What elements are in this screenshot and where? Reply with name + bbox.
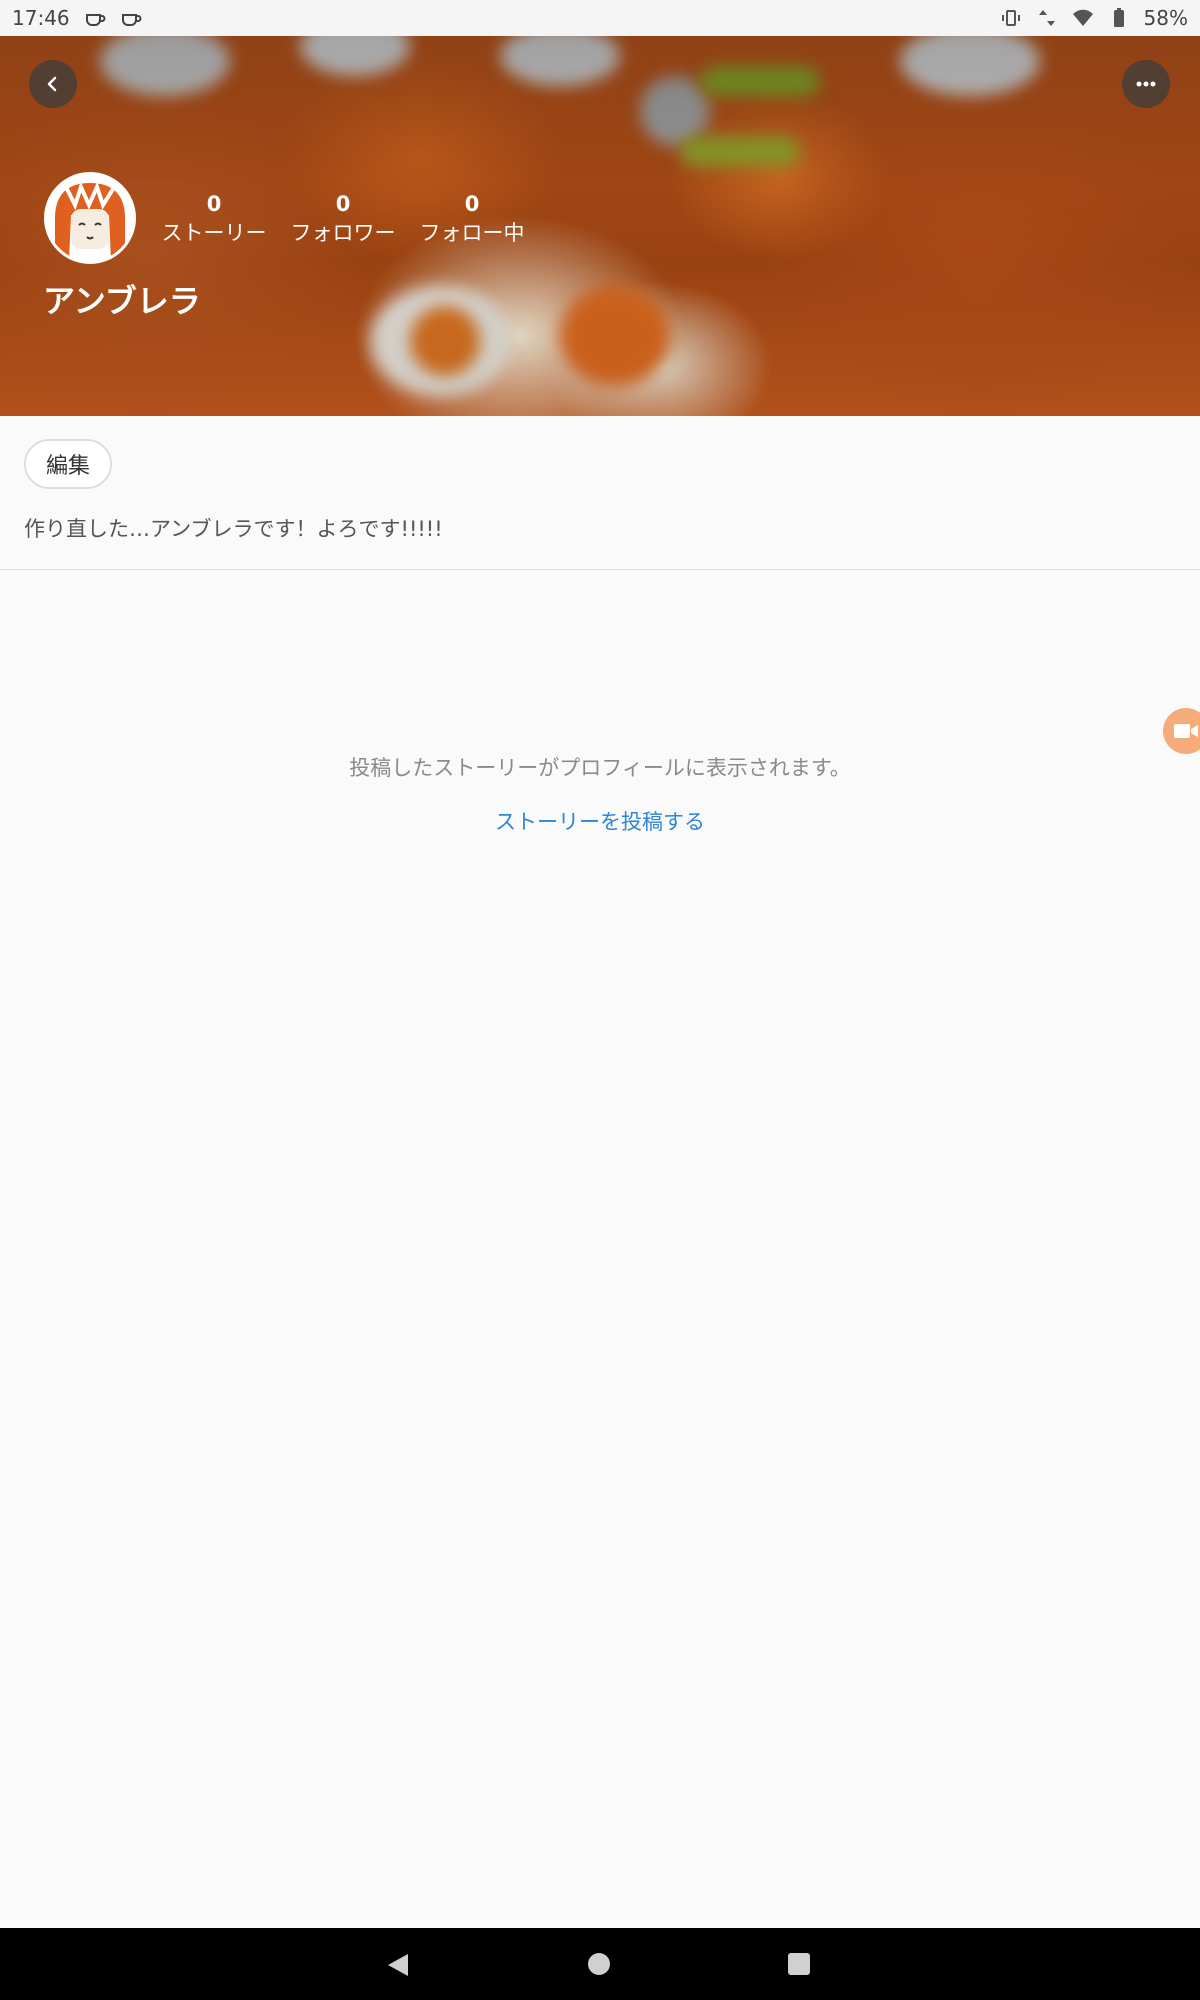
vibrate-icon bbox=[1001, 10, 1020, 26]
followers-count: 0 bbox=[335, 192, 351, 216]
stat-stories[interactable]: 0 ストーリー bbox=[154, 190, 274, 248]
coffee-icon bbox=[121, 14, 142, 26]
avatar[interactable] bbox=[44, 172, 136, 264]
nav-back-icon[interactable] bbox=[386, 1952, 410, 1978]
nav-home-icon[interactable] bbox=[588, 1953, 610, 1975]
following-label: フォロー中 bbox=[419, 221, 525, 245]
followers-label: フォロワー bbox=[290, 221, 396, 245]
following-count: 0 bbox=[464, 192, 480, 216]
stories-count: 0 bbox=[206, 192, 222, 216]
battery-icon bbox=[1113, 8, 1124, 27]
data-arrows-icon bbox=[1038, 10, 1055, 26]
battery-percent: 58% bbox=[1143, 6, 1188, 30]
stat-following[interactable]: 0 フォロー中 bbox=[412, 190, 532, 248]
divider bbox=[0, 569, 1200, 570]
profile-bio: 作り直した…アンブレラです！よろです!!!!! bbox=[24, 517, 443, 541]
avatar-image bbox=[47, 175, 133, 261]
system-nav-bar bbox=[0, 1928, 1200, 2000]
nav-recents-icon[interactable] bbox=[788, 1953, 810, 1975]
coffee-icon bbox=[85, 14, 106, 26]
more-horizontal-icon bbox=[1136, 81, 1156, 87]
back-button[interactable] bbox=[29, 60, 77, 108]
post-story-link[interactable]: ストーリーを投稿する bbox=[0, 806, 1200, 836]
chevron-left-icon bbox=[47, 76, 57, 92]
username: アンブレラ bbox=[43, 282, 201, 320]
status-time: 17:46 bbox=[12, 6, 70, 30]
edit-profile-button[interactable]: 編集 bbox=[24, 439, 112, 489]
empty-state-message: 投稿したストーリーがプロフィールに表示されます。 bbox=[349, 756, 851, 780]
stories-label: ストーリー bbox=[161, 221, 267, 245]
stat-followers[interactable]: 0 フォロワー bbox=[283, 190, 403, 248]
video-camera-icon bbox=[1174, 724, 1198, 738]
wifi-icon bbox=[1072, 9, 1093, 26]
status-bar: 17:46 58% bbox=[0, 0, 1200, 36]
more-options-button[interactable] bbox=[1122, 60, 1170, 108]
video-camera-button[interactable] bbox=[1163, 708, 1200, 754]
